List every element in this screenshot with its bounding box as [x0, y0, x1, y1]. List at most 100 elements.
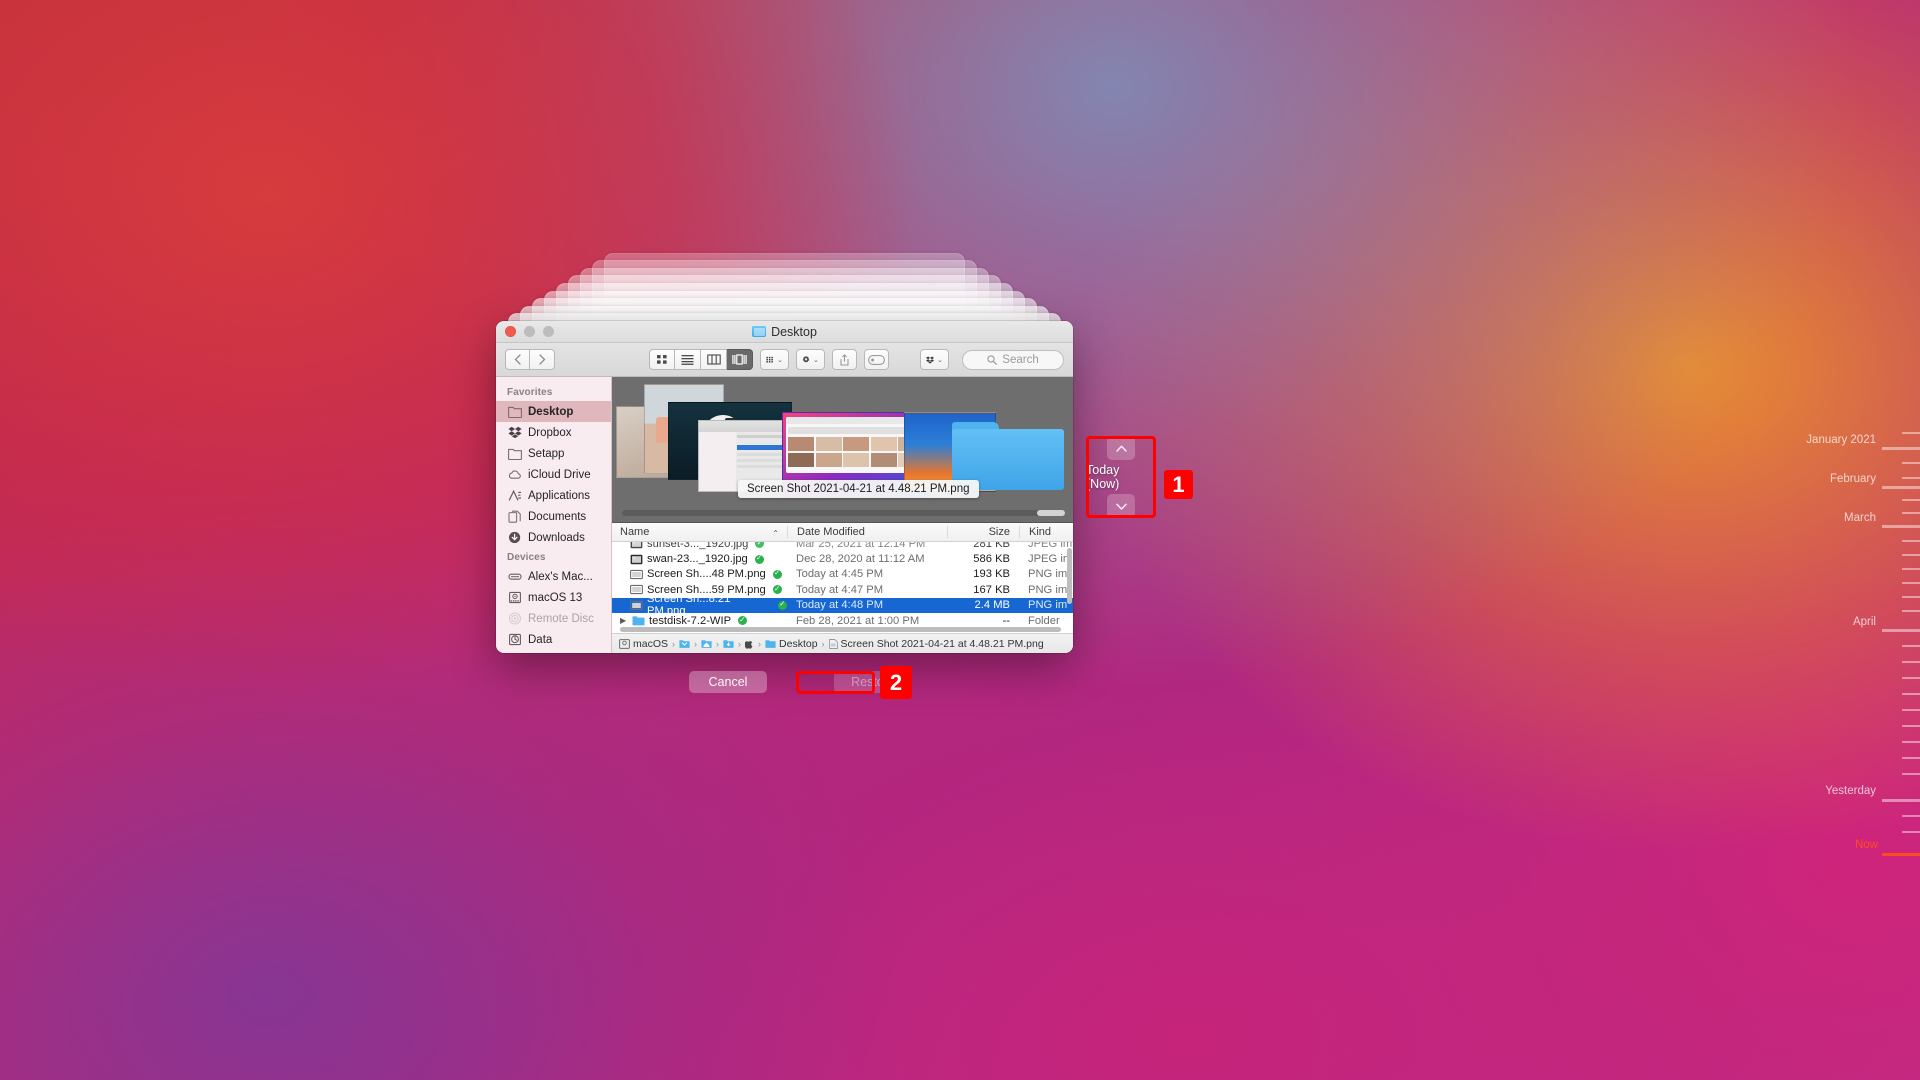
gallery-coverflow[interactable]: Screen Shot 2021-04-21 at 4.48.21 PM.png: [612, 377, 1073, 523]
forward-button[interactable]: [530, 349, 555, 370]
coverflow-scrollbar-thumb[interactable]: [1037, 510, 1065, 516]
file-size-cell: 281 KB: [973, 542, 1010, 550]
dropbox-button[interactable]: ⌄: [920, 349, 950, 370]
computer-icon: [508, 570, 522, 583]
minimize-button[interactable]: [524, 326, 535, 337]
group-by-button[interactable]: ⌄: [760, 349, 789, 370]
timeline-label[interactable]: Yesterday: [1825, 785, 1876, 797]
file-list-scrollbar[interactable]: [1067, 548, 1072, 604]
share-button[interactable]: [831, 349, 857, 370]
column-view-icon[interactable]: [701, 349, 727, 370]
sidebar-item-partial[interactable]: [496, 650, 611, 653]
column-header-date-modified[interactable]: Date Modified: [787, 526, 947, 538]
breadcrumb-item[interactable]: [701, 639, 712, 649]
table-row[interactable]: Screen Sh...8.21 PM.pngToday at 4:48 PM2…: [612, 593, 1073, 617]
sidebar-item-remote-disc[interactable]: Remote Disc: [496, 608, 611, 629]
timemachine-timeline[interactable]: January 2021 February March April Yesterday N…: [1720, 0, 1920, 1080]
timeline-tick[interactable]: [1902, 554, 1920, 556]
breadcrumb-item[interactable]: [679, 639, 690, 649]
timeline-tick[interactable]: [1882, 629, 1920, 632]
sidebar-item-applications[interactable]: Applications: [496, 485, 611, 506]
timeline-tick[interactable]: [1902, 582, 1920, 584]
file-list[interactable]: sunset-3..._1920.jpg Mar 25, 2021 at 12:1…: [612, 542, 1073, 633]
sidebar-item-alex-s-mac[interactable]: Alex's Mac...: [496, 566, 611, 587]
dropbox-icon: [508, 426, 522, 439]
sidebar-item-downloads[interactable]: Downloads: [496, 527, 611, 548]
search-input[interactable]: Search: [962, 349, 1064, 370]
timeline-tick[interactable]: [1902, 757, 1920, 759]
column-header-name[interactable]: Name ⌃: [612, 526, 787, 538]
sidebar-item-setapp[interactable]: Setapp: [496, 443, 611, 464]
timeline-tick[interactable]: [1902, 432, 1920, 434]
gallery-view-icon[interactable]: [727, 349, 753, 370]
timeline-tick[interactable]: [1902, 831, 1920, 833]
timeline-tick[interactable]: [1902, 540, 1920, 542]
table-row[interactable]: sunset-3..._1920.jpg Mar 25, 2021 at 12:1…: [612, 542, 1073, 551]
file-size-cell: 167 KB: [973, 583, 1010, 596]
timeline-tick[interactable]: [1882, 799, 1920, 802]
breadcrumb-item[interactable]: [723, 639, 734, 649]
file-kind-cell: PNG im: [1028, 583, 1068, 596]
maximize-button[interactable]: [543, 326, 554, 337]
action-gear-button[interactable]: ⌄: [795, 349, 825, 370]
timeline-tick[interactable]: [1902, 725, 1920, 727]
optical-disc-icon: [508, 612, 522, 625]
column-header-kind[interactable]: Kind: [1019, 526, 1073, 538]
documents-icon: [508, 510, 522, 523]
timeline-tick[interactable]: [1882, 486, 1920, 489]
coverflow-scrollbar[interactable]: [622, 510, 1065, 516]
timeline-tick[interactable]: [1902, 815, 1920, 817]
table-row[interactable]: Screen Sh....48 PM.png Today at 4:45 PM 19…: [612, 567, 1073, 582]
timeline-label[interactable]: February: [1830, 473, 1876, 485]
timeline-tick[interactable]: [1902, 741, 1920, 743]
timeline-tick[interactable]: [1882, 525, 1920, 528]
timeline-label[interactable]: April: [1853, 616, 1876, 628]
sidebar-item-desktop[interactable]: Desktop: [496, 401, 611, 422]
sidebar-item-documents[interactable]: Documents: [496, 506, 611, 527]
timeline-tick[interactable]: [1902, 677, 1920, 679]
sidebar-item-data[interactable]: Data: [496, 629, 611, 650]
breadcrumb-item[interactable]: [745, 639, 754, 649]
table-row[interactable]: swan-23..._1920.jpg Dec 28, 2020 at 11:12…: [612, 551, 1073, 566]
timeline-tick[interactable]: [1902, 499, 1920, 501]
disclosure-triangle-icon[interactable]: ▶: [620, 616, 628, 625]
timeline-tick[interactable]: [1902, 477, 1920, 479]
sidebar-item-dropbox[interactable]: Dropbox: [496, 422, 611, 443]
timeline-tick[interactable]: [1902, 568, 1920, 570]
timeline-tick[interactable]: [1902, 512, 1920, 514]
navigation-buttons: [505, 349, 555, 370]
timeline-tick[interactable]: [1902, 462, 1920, 464]
file-name-label: swan-23..._1920.jpg: [647, 553, 748, 566]
timeline-tick[interactable]: [1902, 661, 1920, 663]
tags-button[interactable]: [863, 349, 890, 370]
timeline-label[interactable]: Now: [1855, 839, 1878, 851]
timeline-tick[interactable]: [1902, 610, 1920, 612]
column-header-size[interactable]: Size: [947, 526, 1019, 538]
timeline-tick[interactable]: [1902, 645, 1920, 647]
apple-icon: [745, 639, 754, 649]
file-date-cell: Mar 25, 2021 at 12:14 PM: [796, 542, 926, 550]
file-list-horizontal-scrollbar[interactable]: [620, 627, 1061, 632]
annotation-box-2: [796, 671, 875, 694]
breadcrumb-item[interactable]: Desktop: [765, 638, 818, 650]
cancel-button[interactable]: Cancel: [689, 671, 767, 693]
timeline-tick[interactable]: [1902, 596, 1920, 598]
traffic-lights: [505, 326, 554, 337]
back-button[interactable]: [505, 349, 530, 370]
timeline-tick[interactable]: [1902, 773, 1920, 775]
search-placeholder: Search: [1002, 353, 1039, 366]
timeline-tick[interactable]: [1902, 709, 1920, 711]
timeline-tick-now[interactable]: [1882, 853, 1920, 856]
breadcrumb-item[interactable]: Screen Shot 2021-04-21 at 4.48.21 PM.png: [828, 638, 1044, 650]
breadcrumb: macOS › › › › › Desktop › Screen Shot 2021-04-21…: [612, 633, 1073, 653]
close-button[interactable]: [505, 326, 516, 337]
timeline-label[interactable]: January 2021: [1806, 434, 1876, 446]
timeline-label[interactable]: March: [1844, 512, 1876, 524]
sidebar-item-macos-13[interactable]: macOS 13: [496, 587, 611, 608]
icon-view-icon[interactable]: [649, 349, 675, 370]
breadcrumb-item[interactable]: macOS: [619, 638, 668, 650]
sidebar-item-icloud-drive[interactable]: iCloud Drive: [496, 464, 611, 485]
list-view-icon[interactable]: [675, 349, 701, 370]
timeline-tick[interactable]: [1902, 693, 1920, 695]
timeline-tick[interactable]: [1882, 447, 1920, 450]
